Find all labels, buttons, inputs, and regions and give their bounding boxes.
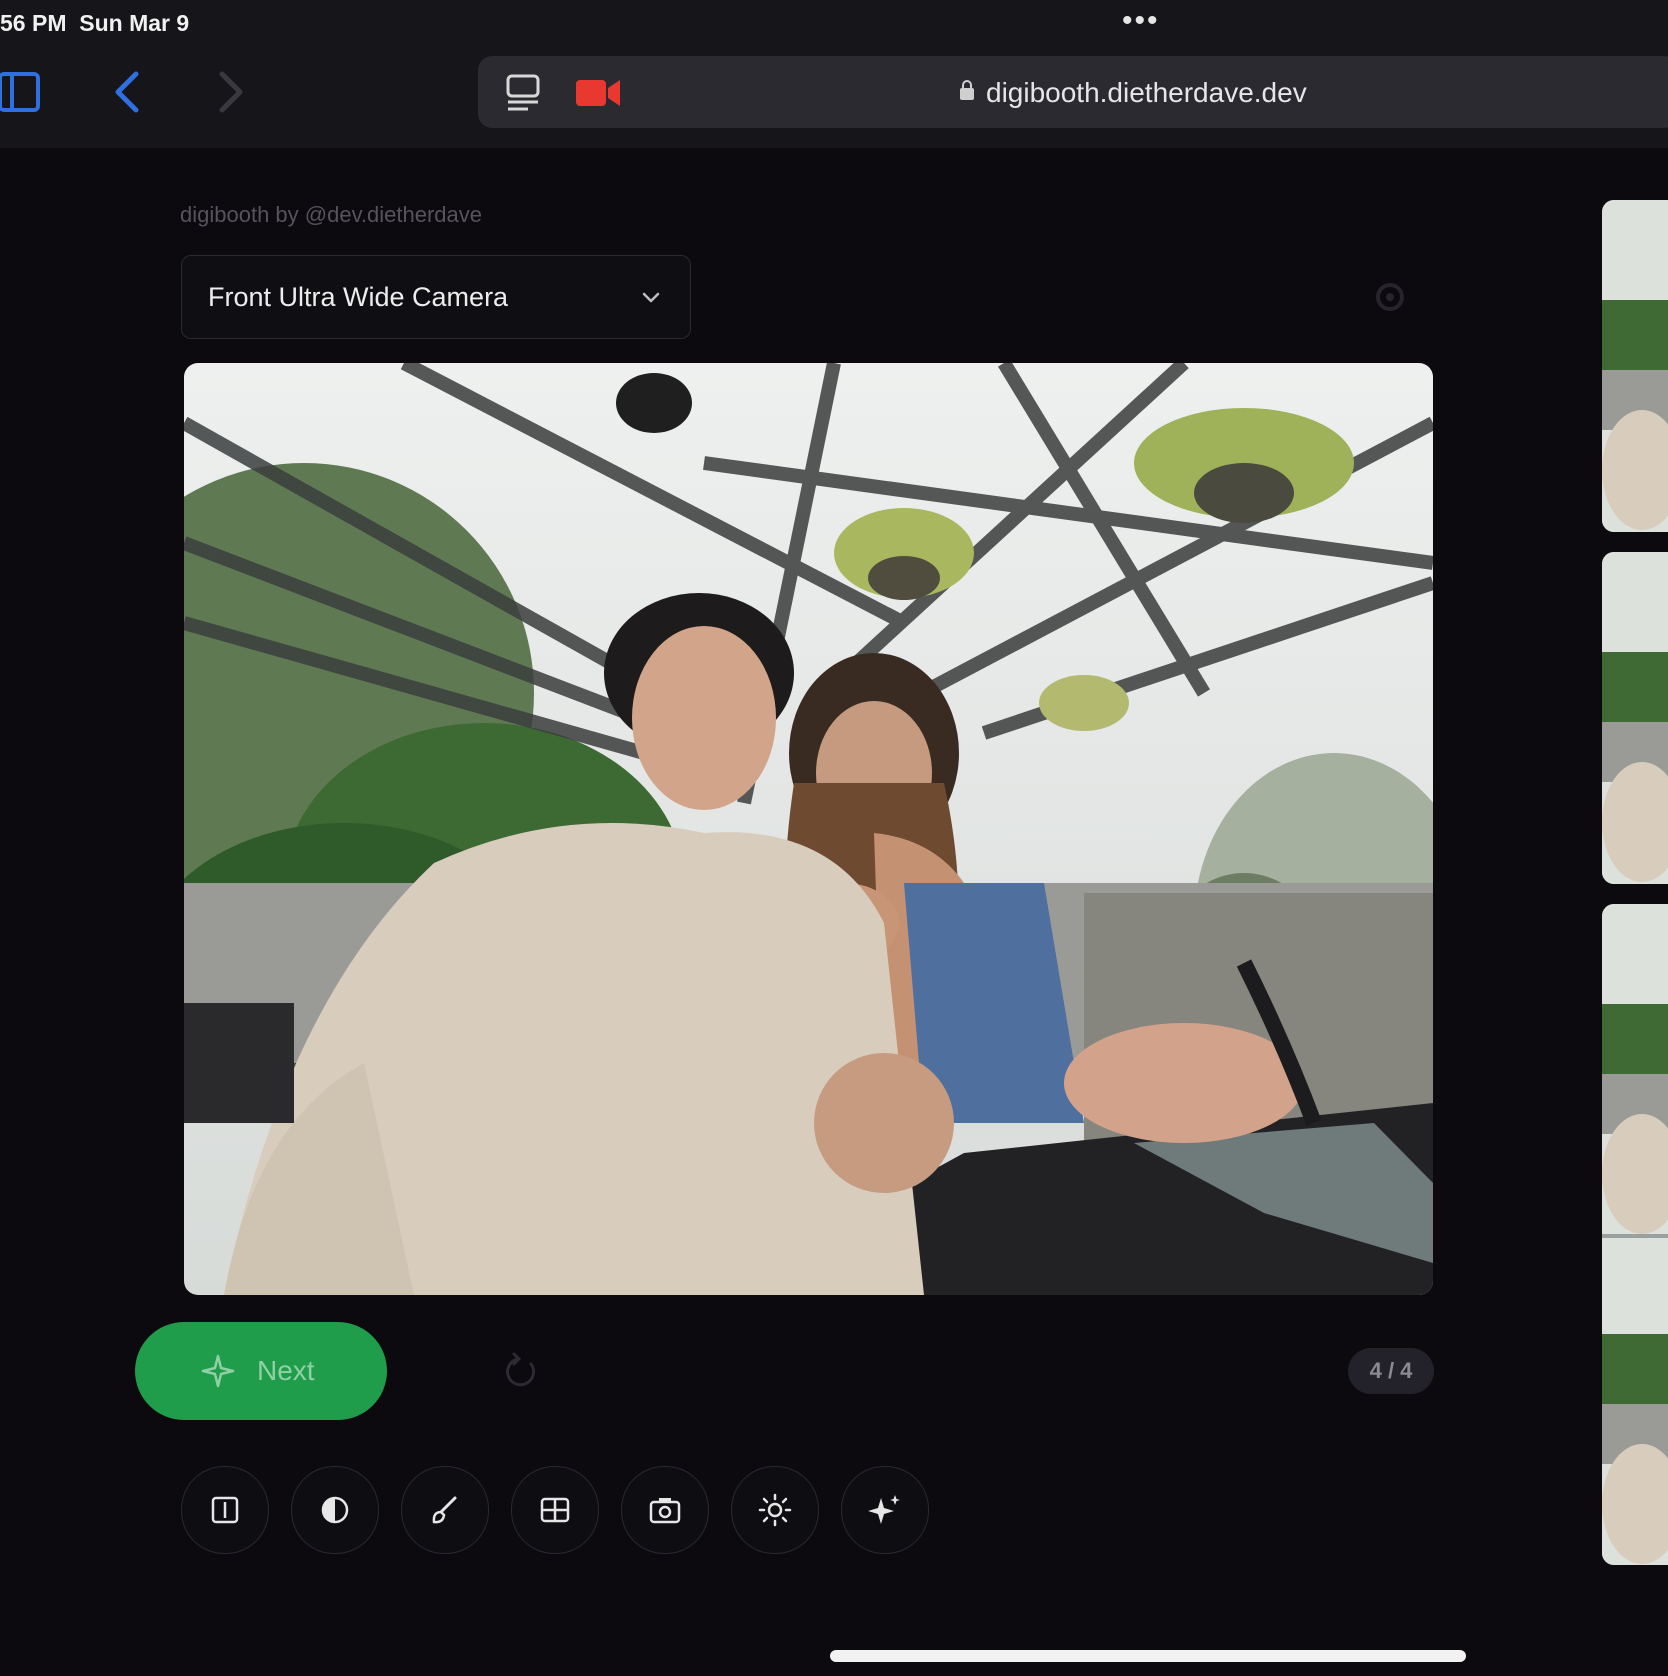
next-button-label: Next xyxy=(257,1355,315,1386)
status-bar: 56 PM Sun Mar 9 ••• xyxy=(0,0,1668,48)
thumbnail-strip xyxy=(1602,200,1668,1565)
frame-button[interactable] xyxy=(181,1466,269,1554)
brush-button[interactable] xyxy=(401,1466,489,1554)
camera-select[interactable]: Front Ultra Wide Camera xyxy=(181,255,691,339)
camera-select-value: Front Ultra Wide Camera xyxy=(208,282,509,312)
settings-button[interactable] xyxy=(1348,260,1432,334)
layout-button[interactable] xyxy=(511,1466,599,1554)
status-time: 56 PM xyxy=(0,10,67,36)
filter-icon xyxy=(321,1496,349,1524)
thumbnail-3[interactable] xyxy=(1602,904,1668,1565)
browser-toolbar: digibooth.dietherdave.dev xyxy=(0,48,1668,148)
brightness-button[interactable] xyxy=(731,1466,819,1554)
thumbnail-1[interactable] xyxy=(1602,200,1668,532)
brand-caption: digibooth by @dev.dietherdave xyxy=(180,202,483,227)
url-label: digibooth.dietherdave.dev xyxy=(986,77,1307,108)
status-time-date: 56 PM Sun Mar 9 xyxy=(0,10,189,37)
brightness-icon xyxy=(758,1493,792,1527)
effects-button[interactable] xyxy=(841,1466,929,1554)
home-indicator[interactable] xyxy=(830,1650,1466,1662)
sidebar-icon[interactable] xyxy=(0,72,42,112)
camera-recording-icon[interactable] xyxy=(576,76,622,110)
next-button[interactable]: Next xyxy=(135,1322,387,1420)
photo-counter: 4 / 4 xyxy=(1348,1348,1434,1394)
camera-button[interactable] xyxy=(621,1466,709,1554)
status-date: Sun Mar 9 xyxy=(79,10,190,36)
camera-feed-image xyxy=(184,363,1433,1295)
sparkle-icon xyxy=(201,1354,235,1388)
layout-icon xyxy=(540,1497,570,1523)
filter-button[interactable] xyxy=(291,1466,379,1554)
multitasking-dots-icon[interactable]: ••• xyxy=(1122,4,1160,38)
retake-button[interactable] xyxy=(474,1330,568,1414)
camera-icon xyxy=(649,1498,681,1524)
frame-icon xyxy=(211,1496,239,1524)
refresh-icon xyxy=(506,1352,536,1387)
magic-sparkle-icon xyxy=(868,1495,900,1524)
gear-icon xyxy=(1376,283,1404,311)
reader-icon[interactable] xyxy=(504,74,544,114)
address-bar[interactable]: digibooth.dietherdave.dev xyxy=(478,56,1668,128)
url-text[interactable]: digibooth.dietherdave.dev xyxy=(960,77,1307,109)
back-chevron-icon[interactable] xyxy=(110,70,146,114)
camera-preview xyxy=(184,363,1433,1295)
thumbnail-2[interactable] xyxy=(1602,552,1668,884)
lock-icon xyxy=(960,80,974,100)
forward-chevron-icon[interactable] xyxy=(212,70,248,114)
chevron-down-icon xyxy=(640,286,662,308)
brush-icon xyxy=(432,1496,457,1524)
